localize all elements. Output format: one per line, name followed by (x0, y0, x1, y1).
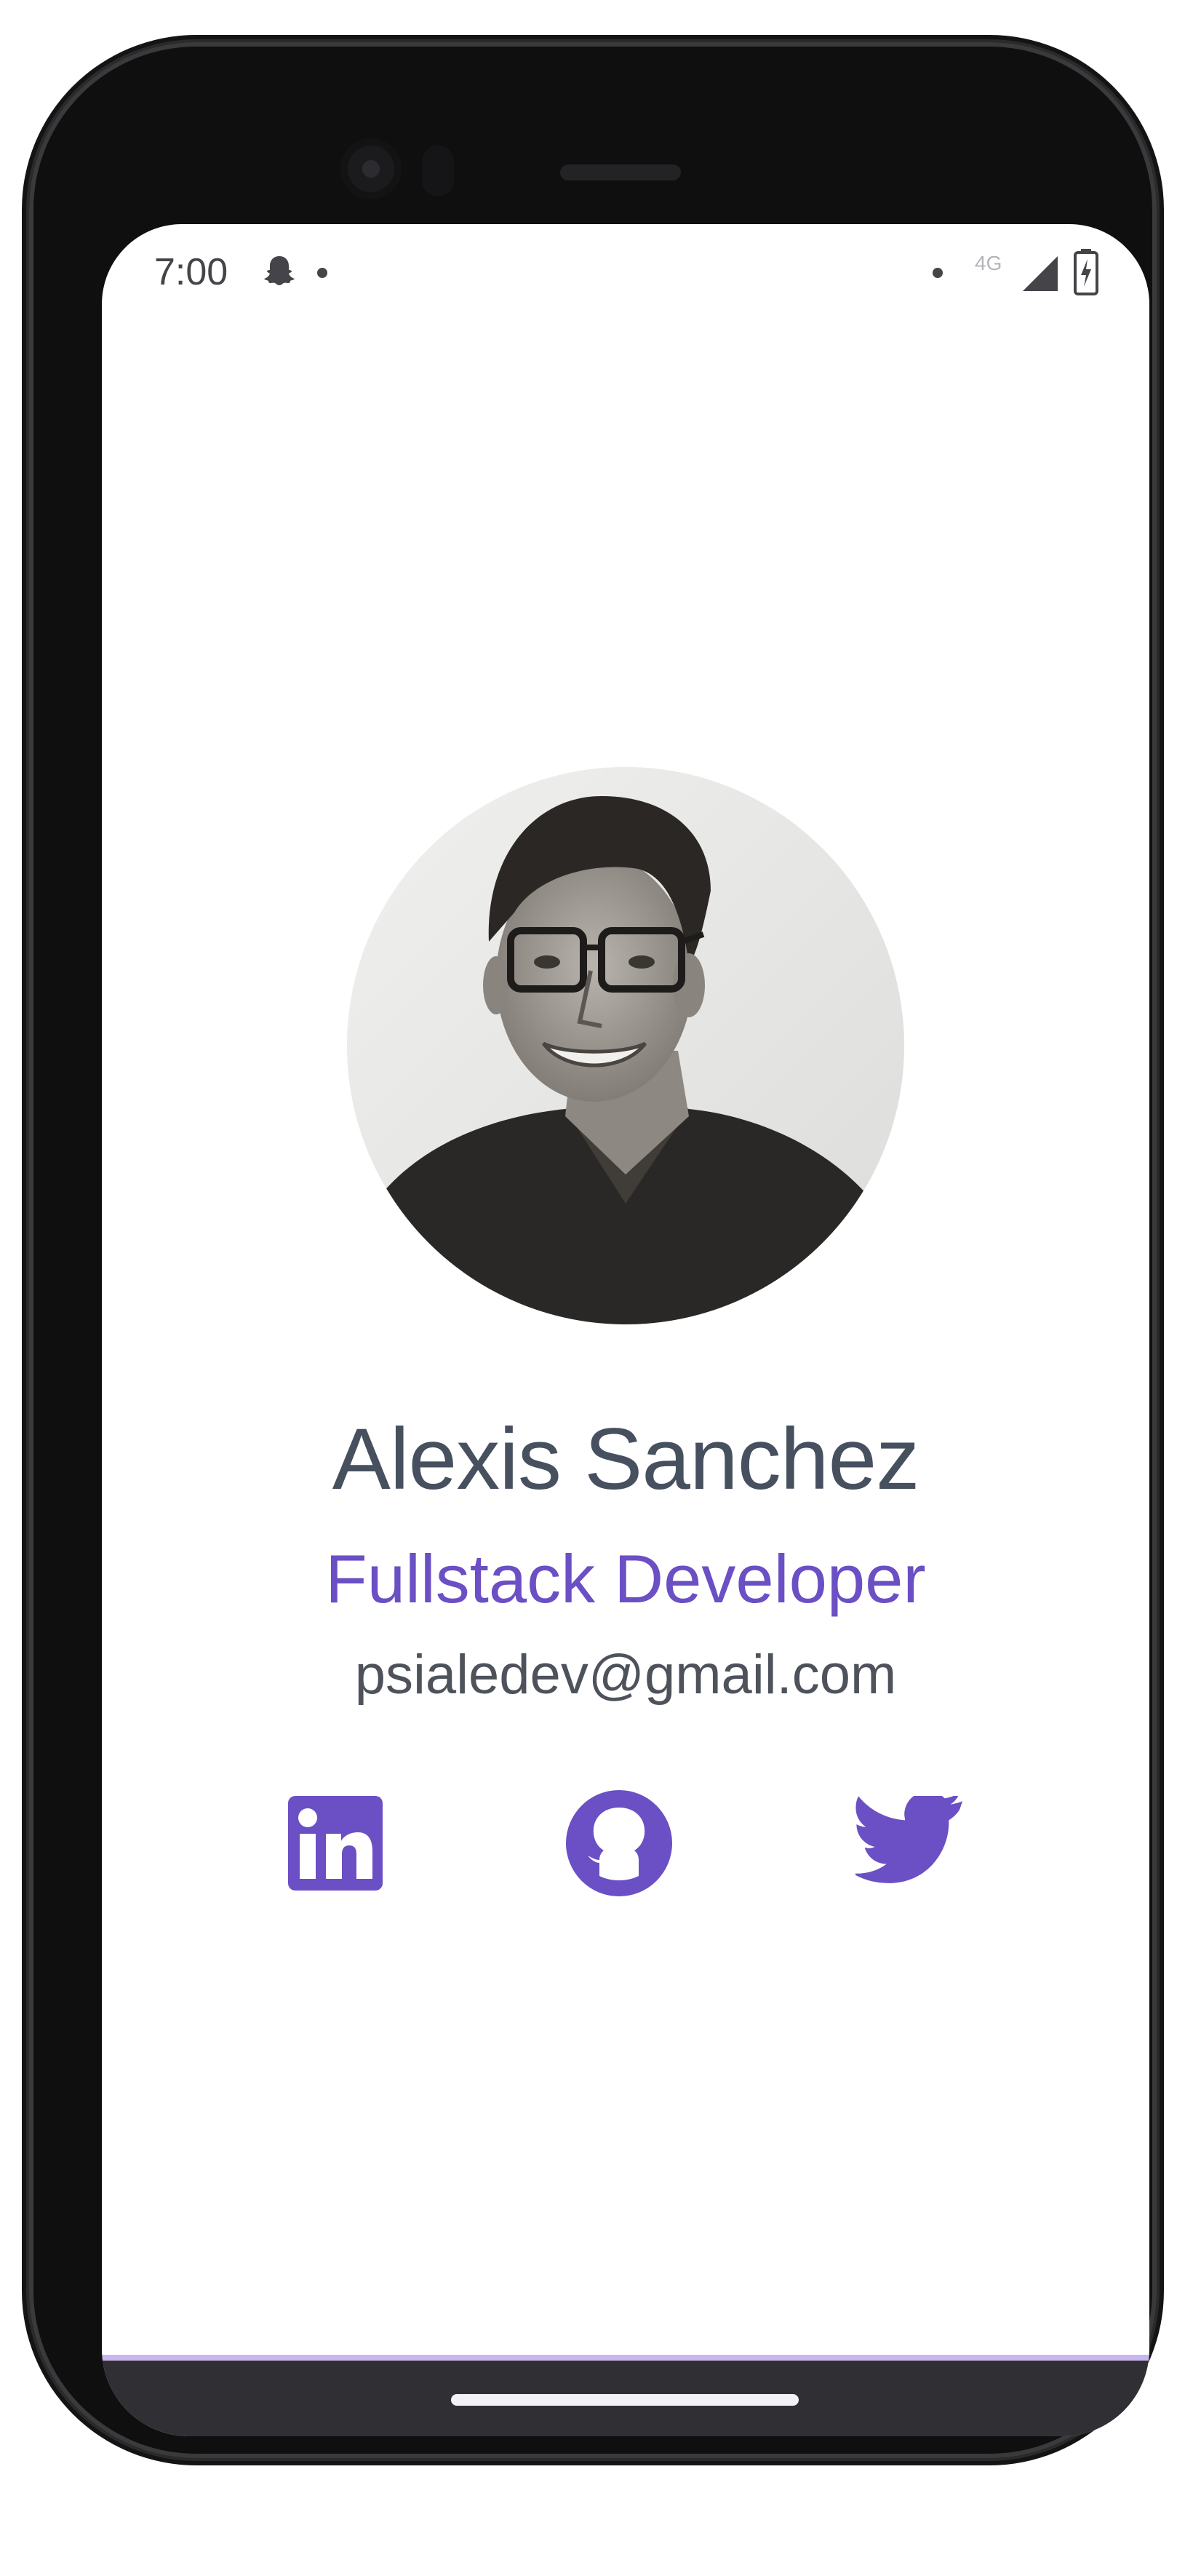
avatar-photo (347, 767, 904, 1324)
home-gesture-handle[interactable] (451, 2394, 799, 2406)
profile-avatar (347, 767, 904, 1324)
status-dot-icon (933, 268, 943, 278)
device-mockup: 7:00 4G Alexis Sanchez Fullstack Develop… (0, 0, 1193, 2576)
github-icon (566, 1790, 672, 1896)
status-time: 7:00 (154, 251, 228, 293)
profile-name: Alexis Sanchez (332, 1410, 919, 1508)
battery-charging-icon (1074, 249, 1098, 295)
front-camera (340, 138, 402, 199)
github-link[interactable] (564, 1789, 674, 1898)
system-nav-bar (102, 2355, 1149, 2436)
profile-role: Fullstack Developer (325, 1541, 926, 1617)
notification-dot-icon (317, 268, 327, 278)
status-bar: 7:00 4G (102, 224, 1149, 319)
snapchat-ghost-icon (264, 256, 295, 285)
proximity-sensor (422, 146, 454, 196)
linkedin-link[interactable] (281, 1789, 390, 1898)
network-type: 4G (975, 252, 1002, 274)
earpiece-speaker (560, 164, 681, 180)
twitter-icon (855, 1796, 963, 1883)
linkedin-icon (288, 1796, 383, 1891)
app-screen: 7:00 4G Alexis Sanchez Fullstack Develop… (102, 224, 1149, 2436)
profile-email[interactable]: psialedev@gmail.com (102, 1643, 1149, 1706)
signal-icon (1023, 256, 1058, 291)
twitter-link[interactable] (855, 1789, 965, 1898)
phone-frame: 7:00 4G Alexis Sanchez Fullstack Develop… (29, 42, 1157, 2458)
